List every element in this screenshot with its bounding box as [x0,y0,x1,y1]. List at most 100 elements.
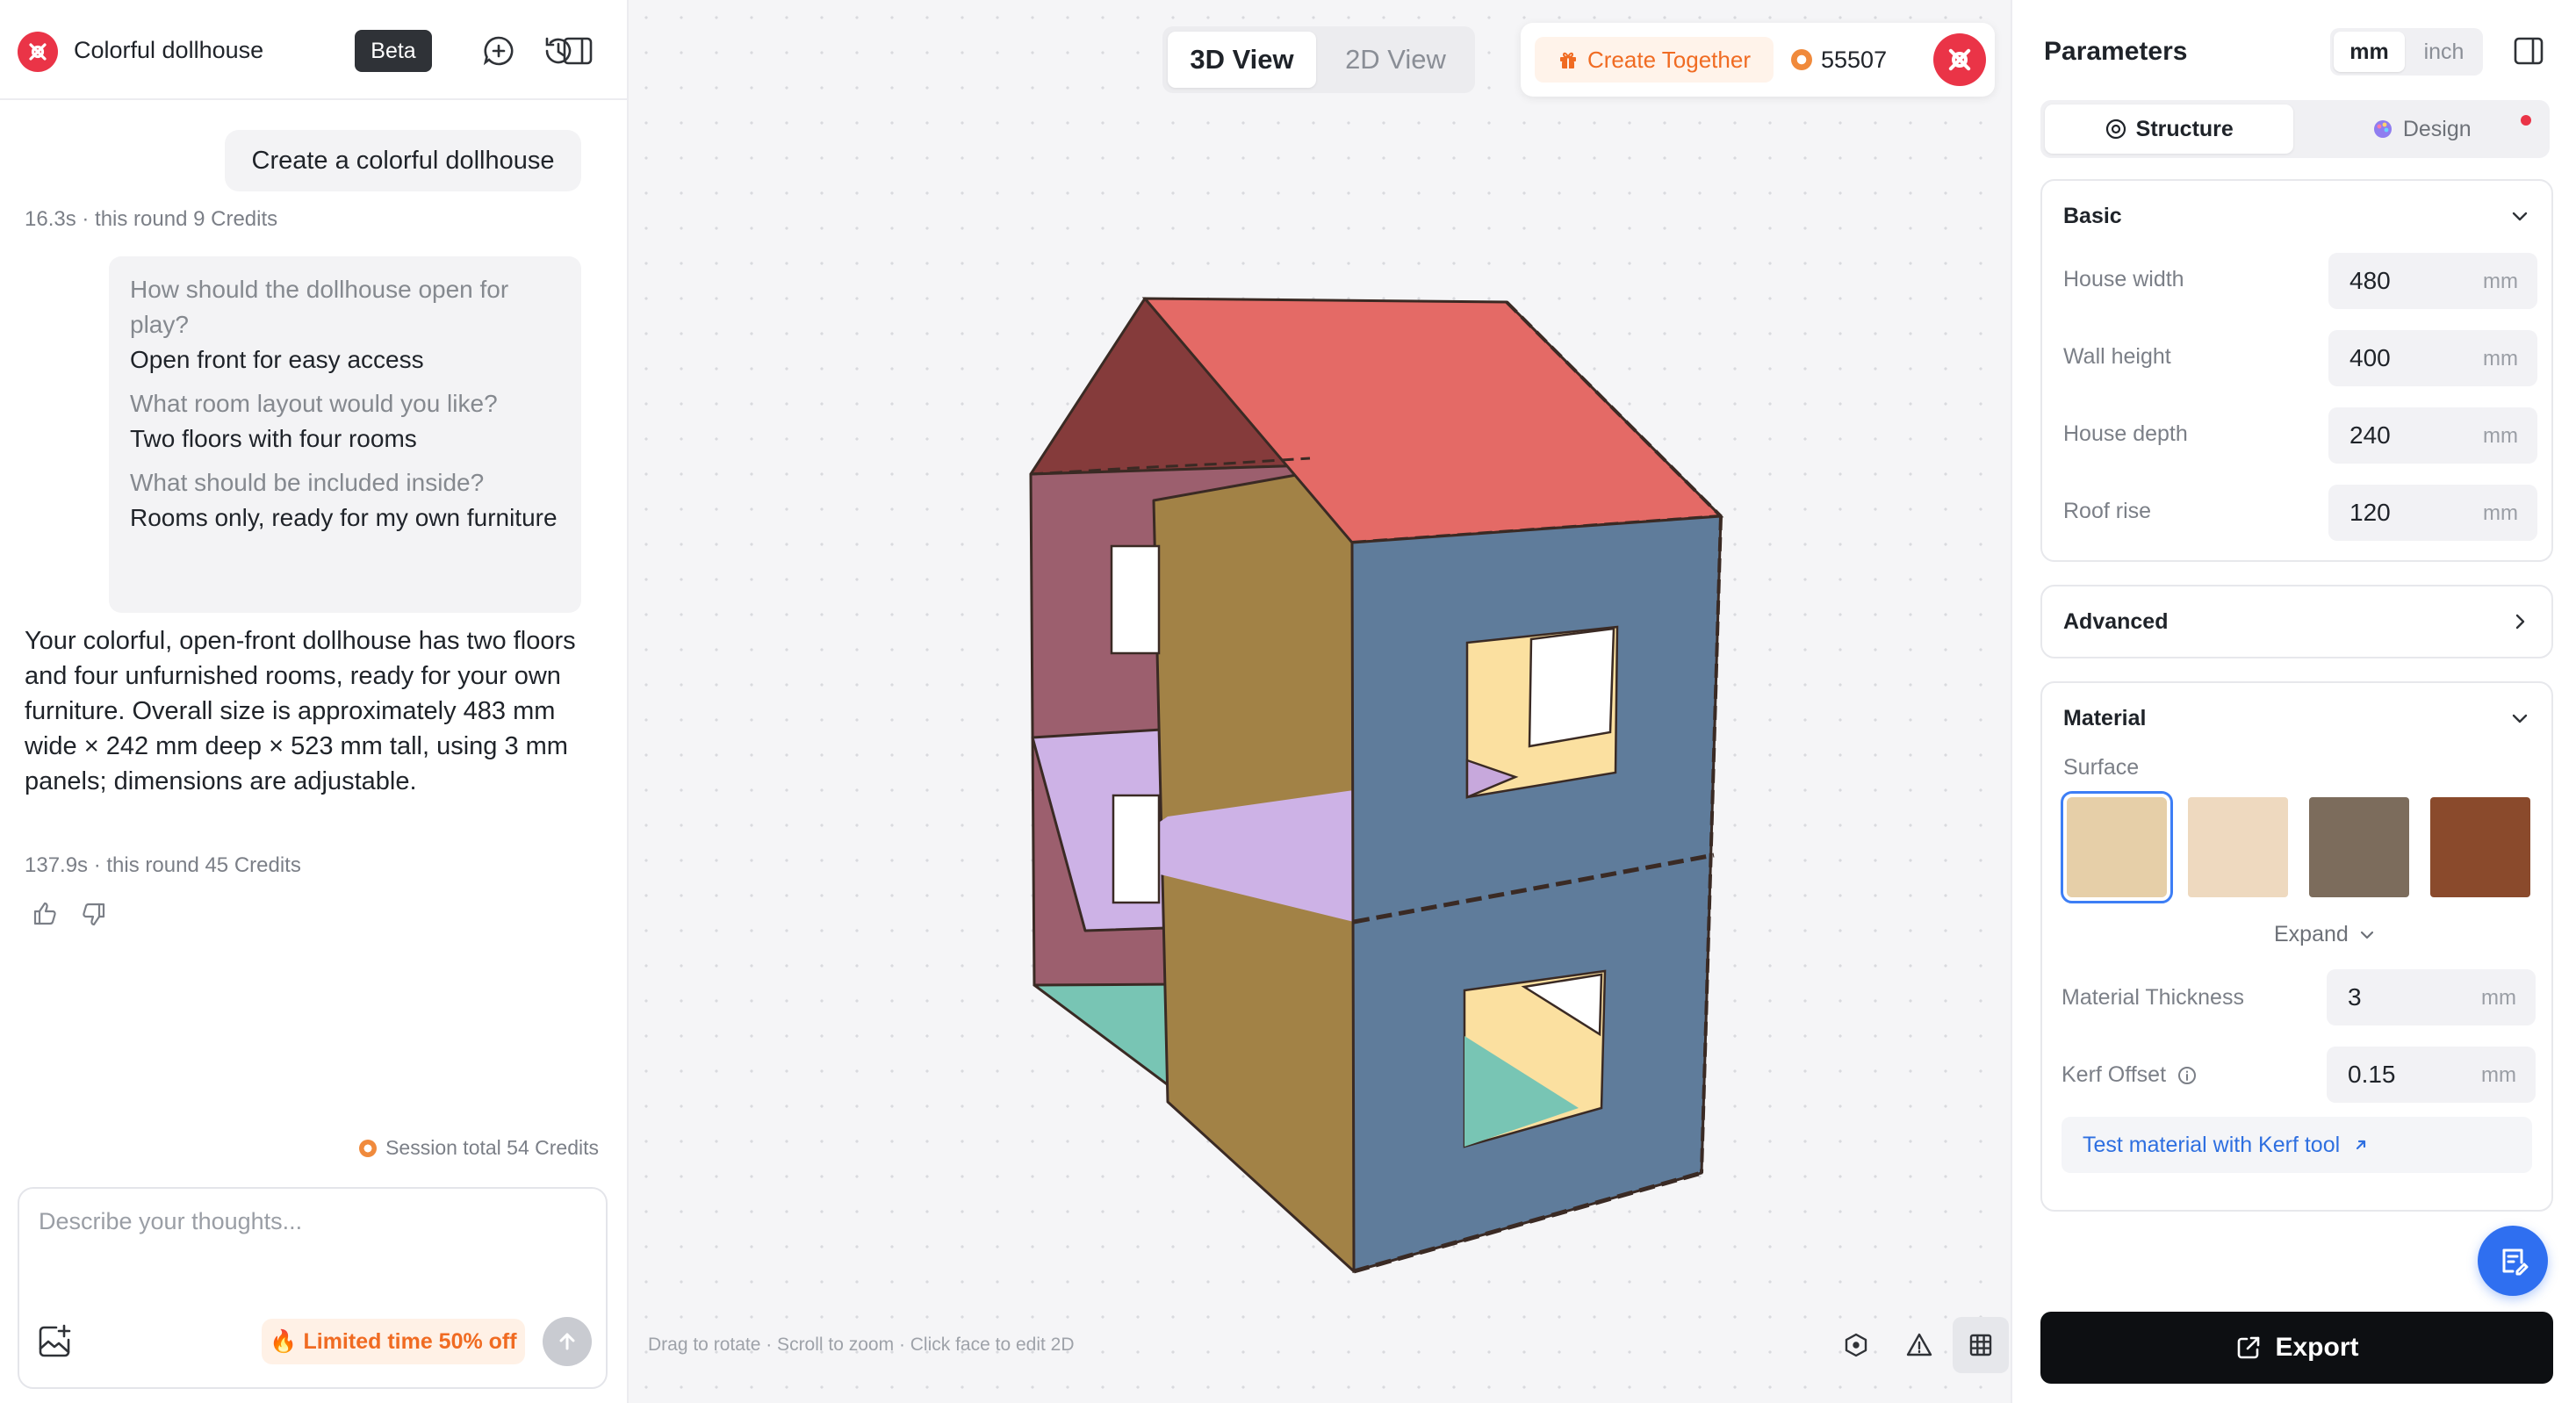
reset-view-button[interactable] [1828,1317,1884,1373]
send-button[interactable] [543,1317,592,1366]
wall-height-field: mm [2328,330,2537,386]
grid-toggle-button[interactable] [1953,1317,2009,1373]
material-swatch-birch[interactable] [2188,797,2288,897]
brand-logo-icon[interactable] [1933,33,1986,86]
gift-icon [1560,52,1576,68]
chat-composer: 🔥 Limited time 50% off [18,1187,608,1389]
house-width-label: House width [2063,267,2184,291]
create-together-label: Create Together [1587,46,1751,73]
credit-coin-icon [359,1139,378,1157]
roof-rise-input[interactable] [2328,485,2478,541]
unit-toggle: mm inch [2330,28,2483,76]
chevron-right-icon[interactable] [2508,609,2532,634]
chevron-down-icon [2360,931,2373,939]
promo-badge[interactable]: 🔥 Limited time 50% off [262,1319,525,1364]
advanced-section-title[interactable]: Advanced [2063,609,2168,635]
roof-rise-field: mm [2328,485,2537,541]
kerf-offset-label: Kerf Offset [2062,1062,2167,1087]
front-wall-panel[interactable] [1350,514,1723,1273]
surface-label: Surface [2063,755,2140,780]
tab-structure[interactable]: Structure [2045,104,2293,154]
export-button[interactable]: Export [2040,1312,2553,1384]
house-width-input[interactable] [2328,253,2478,309]
basic-section-title[interactable]: Basic [2063,204,2122,229]
qa-answer: Two floors with four rooms [130,425,417,452]
parameters-panel: Parameters mm inch Structure Design Basi… [2011,0,2576,1403]
chevron-down-icon[interactable] [2508,204,2532,228]
dollhouse-3d-model[interactable] [629,0,2011,1403]
thumbs-up-icon[interactable] [30,899,60,929]
chat-panel: Colorful dollhouse Beta Create a colorfu… [0,0,629,1403]
new-chat-icon[interactable] [481,33,516,68]
unit-inch[interactable]: inch [2408,32,2479,72]
unit-label: mm [2483,501,2518,525]
create-together-button[interactable]: Create Together [1535,37,1774,83]
round-meta: 137.9s · this round 45 Credits [25,853,301,877]
house-width-field: mm [2328,253,2537,309]
warnings-button[interactable] [1891,1317,1947,1373]
info-icon[interactable] [2177,1065,2198,1086]
add-image-icon[interactable] [35,1322,74,1361]
view-mode-toggle: 3D View 2D View [1162,26,1475,93]
export-icon [2238,1336,2260,1359]
chevron-down-icon[interactable] [2508,706,2532,730]
basic-section: Basic House width mm Wall height mm Hous… [2040,179,2553,562]
kerf-offset-row-label: Kerf Offset [2062,1062,2198,1088]
material-thickness-input[interactable] [2327,969,2476,1025]
house-depth-label: House depth [2063,421,2188,446]
kerf-offset-field: mm [2327,1047,2536,1103]
project-title[interactable]: Colorful dollhouse [74,37,263,64]
kerf-tool-link[interactable]: Test material with Kerf tool [2062,1117,2532,1173]
external-link-icon [2357,1140,2366,1150]
round-meta: 16.3s · this round 9 Credits [25,207,278,231]
chat-header: Colorful dollhouse Beta [0,0,629,100]
arrow-up-icon [559,1333,575,1350]
tab-design-label: Design [2402,116,2472,141]
collapse-panel-icon[interactable] [2511,33,2546,68]
material-swatch-walnut[interactable] [2309,797,2409,897]
credit-coin-icon [1791,49,1812,70]
notification-dot [2521,115,2531,126]
expand-swatches-button[interactable]: Expand [2274,922,2377,947]
brand-logo-icon[interactable] [18,32,58,72]
tab-structure-label: Structure [2135,116,2234,141]
unit-label: mm [2481,986,2516,1010]
feedback-button[interactable] [2478,1226,2548,1296]
qa-question: What should be included inside? [130,469,485,496]
top-action-bar: Create Together 55507 [1521,23,1995,97]
credits-balance[interactable]: 55507 [1791,37,1887,83]
viewport-hint: Drag to rotate · Scroll to zoom · Click … [648,1335,1075,1355]
sidebar-toggle-icon[interactable] [560,33,595,68]
tab-2d-view[interactable]: 2D View [1321,32,1470,88]
material-swatch-light-wood[interactable] [2061,791,2173,903]
palette-icon [2373,120,2392,138]
unit-mm[interactable]: mm [2334,32,2405,72]
qa-question: How should the dollhouse open for play? [130,276,509,338]
viewport[interactable]: 3D View 2D View Create Together 55507 Dr… [629,0,2011,1403]
structure-icon [2105,119,2126,140]
parameter-tabs: Structure Design [2040,100,2550,158]
wall-height-input[interactable] [2328,330,2478,386]
warning-icon [1906,1333,1932,1356]
qa-question: What room layout would you like? [130,390,498,417]
session-total-text: Session total 54 Credits [385,1136,599,1159]
export-label: Export [2275,1333,2359,1362]
beta-badge: Beta [355,30,432,72]
house-depth-input[interactable] [2328,407,2478,464]
thumbs-down-icon[interactable] [79,899,109,929]
unit-label: mm [2481,1063,2516,1087]
unit-label: mm [2483,270,2518,293]
unit-label: mm [2483,347,2518,371]
material-thickness-field: mm [2327,969,2536,1025]
app-root: Colorful dollhouse Beta Create a colorfu… [0,0,2576,1403]
tab-design[interactable]: Design [2298,104,2546,154]
chat-input[interactable] [39,1208,583,1261]
kerf-tool-link-label: Test material with Kerf tool [2083,1132,2341,1157]
material-section-title[interactable]: Material [2063,706,2146,731]
advanced-section[interactable]: Advanced [2040,585,2553,658]
material-thickness-label: Material Thickness [2062,985,2244,1010]
expand-label: Expand [2274,922,2349,946]
kerf-offset-input[interactable] [2327,1047,2476,1103]
tab-3d-view[interactable]: 3D View [1168,32,1316,88]
material-swatch-mahogany[interactable] [2430,797,2530,897]
